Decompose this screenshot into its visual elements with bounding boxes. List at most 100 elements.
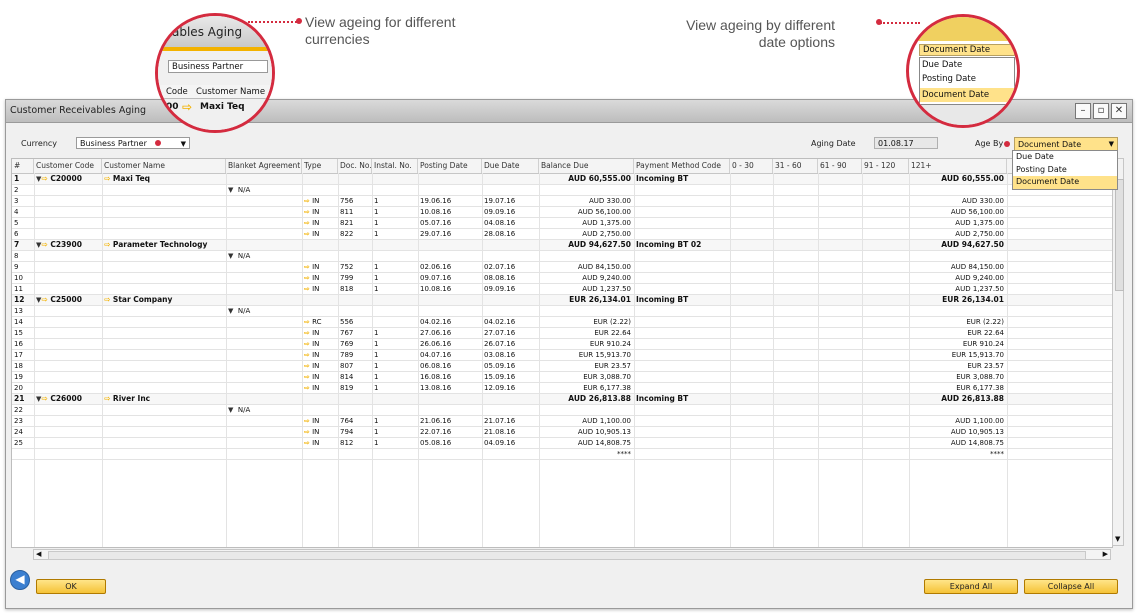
table-row[interactable]: 16 ⇨ IN 769 1 26.06.16 26.07.16 EUR 910.24 EUR …: [12, 339, 1112, 350]
table-row[interactable]: 2 ▼ N/A: [12, 185, 1112, 196]
table-row[interactable]: 12 ▼⇨ C25000 ⇨ Star Company EUR 26,134.01 In…: [12, 295, 1112, 306]
column-divider: [773, 173, 774, 547]
link-arrow-icon[interactable]: ⇨: [304, 362, 310, 370]
cell-due: 04.08.16: [484, 219, 516, 227]
link-arrow-icon[interactable]: ⇨: [41, 295, 47, 304]
expand-triangle-icon[interactable]: ▼: [228, 186, 233, 194]
link-arrow-icon[interactable]: ⇨: [104, 240, 110, 249]
column-header[interactable]: 31 - 60: [773, 159, 818, 173]
link-arrow-icon[interactable]: ⇨: [304, 230, 310, 238]
link-arrow-icon[interactable]: ⇨: [304, 439, 310, 447]
expand-triangle-icon[interactable]: ▼: [228, 307, 233, 315]
link-arrow-icon[interactable]: ⇨: [304, 384, 310, 392]
table-row[interactable]: 23 ⇨ IN 764 1 21.06.16 21.07.16 AUD 1,100.00 AU…: [12, 416, 1112, 427]
age-by-select[interactable]: Document Date ▼: [1014, 137, 1118, 151]
chevron-left-icon[interactable]: ◀: [36, 550, 41, 558]
table-row[interactable]: 15 ⇨ IN 767 1 27.06.16 27.07.16 EUR 22.64 EUR 2…: [12, 328, 1112, 339]
cell-over: EUR 3,088.70: [956, 373, 1004, 381]
link-arrow-icon[interactable]: ⇨: [304, 197, 310, 205]
option-due-date[interactable]: Due Date: [1013, 151, 1117, 164]
column-header[interactable]: 121+: [909, 159, 1007, 173]
link-arrow-icon[interactable]: ⇨: [41, 394, 47, 403]
horizontal-scrollbar[interactable]: ◀ ▶: [33, 549, 1111, 560]
table-row[interactable]: **** ****: [12, 449, 1112, 460]
link-arrow-icon[interactable]: ⇨: [304, 351, 310, 359]
option-document-date[interactable]: Document Date: [1013, 176, 1117, 189]
column-header[interactable]: Doc. No.: [338, 159, 372, 173]
column-header[interactable]: 61 - 90: [818, 159, 862, 173]
restore-icon[interactable]: ▫: [1093, 103, 1109, 119]
column-header[interactable]: Customer Name: [102, 159, 226, 173]
column-header[interactable]: Blanket Agreement: [226, 159, 302, 173]
chevron-right-icon[interactable]: ▶: [1103, 550, 1108, 558]
link-arrow-icon[interactable]: ⇨: [104, 174, 110, 183]
option-posting-date[interactable]: Posting Date: [1013, 164, 1117, 177]
link-arrow-icon[interactable]: ⇨: [304, 340, 310, 348]
table-row[interactable]: 25 ⇨ IN 812 1 05.08.16 04.09.16 AUD 14,808.75 A…: [12, 438, 1112, 449]
table-row[interactable]: 3 ⇨ IN 756 1 19.06.16 19.07.16 AUD 330.00 AUD 3…: [12, 196, 1112, 207]
table-row[interactable]: 24 ⇨ IN 794 1 22.07.16 21.08.16 AUD 10,905.13 A…: [12, 427, 1112, 438]
link-arrow-icon[interactable]: ⇨: [41, 240, 47, 249]
link-arrow-icon[interactable]: ⇨: [304, 417, 310, 425]
table-row[interactable]: 20 ⇨ IN 819 1 13.08.16 12.09.16 EUR 6,177.38 EU…: [12, 383, 1112, 394]
link-arrow-icon[interactable]: ⇨: [304, 373, 310, 381]
scroll-thumb[interactable]: [48, 551, 1086, 560]
table-row[interactable]: 18 ⇨ IN 807 1 06.08.16 05.09.16 EUR 23.57 EUR 2…: [12, 361, 1112, 372]
table-row[interactable]: 14 ⇨ RC 556 04.02.16 04.02.16 EUR (2.22) EUR (…: [12, 317, 1112, 328]
table-row[interactable]: 10 ⇨ IN 799 1 09.07.16 08.08.16 AUD 9,240.00 AU…: [12, 273, 1112, 284]
cell-text: IN: [312, 329, 320, 337]
link-arrow-icon[interactable]: ⇨: [304, 274, 310, 282]
column-header[interactable]: Customer Code: [34, 159, 102, 173]
link-arrow-icon[interactable]: ⇨: [104, 295, 110, 304]
table-row[interactable]: 4 ⇨ IN 811 1 10.08.16 09.09.16 AUD 56,100.00 AU…: [12, 207, 1112, 218]
link-arrow-icon[interactable]: ⇨: [104, 394, 110, 403]
close-icon[interactable]: ✕: [1111, 103, 1127, 119]
table-row[interactable]: 6 ⇨ IN 822 1 29.07.16 28.08.16 AUD 2,750.00 AUD…: [12, 229, 1112, 240]
column-header[interactable]: Due Date: [482, 159, 539, 173]
currency-select[interactable]: Business Partner ▼: [76, 137, 190, 149]
expand-triangle-icon[interactable]: ▼: [228, 406, 233, 414]
column-header[interactable]: Balance Due: [539, 159, 634, 173]
table-row[interactable]: 7 ▼⇨ C23900 ⇨ Parameter Technology AUD 94,6…: [12, 240, 1112, 251]
link-arrow-icon[interactable]: ⇨: [304, 208, 310, 216]
table-row[interactable]: 9 ⇨ IN 752 1 02.06.16 02.07.16 AUD 84,150.00 AU…: [12, 262, 1112, 273]
column-header[interactable]: 91 - 120: [862, 159, 909, 173]
link-arrow-icon[interactable]: ⇨: [304, 263, 310, 271]
table-row[interactable]: 22 ▼ N/A: [12, 405, 1112, 416]
table-row[interactable]: 21 ▼⇨ C26000 ⇨ River Inc AUD 26,813.88 Incom…: [12, 394, 1112, 405]
cell-pay: Incoming BT: [636, 174, 689, 183]
collapse-all-button[interactable]: Collapse All: [1024, 579, 1118, 594]
cell-inst: 1: [374, 274, 379, 282]
expand-all-button[interactable]: Expand All: [924, 579, 1018, 594]
link-arrow-icon[interactable]: ⇨: [304, 428, 310, 436]
scroll-thumb[interactable]: [1115, 179, 1124, 291]
column-header[interactable]: Instal. No.: [372, 159, 418, 173]
table-row[interactable]: 1 ▼⇨ C20000 ⇨ Maxi Teq AUD 60,555.00 Incomin…: [12, 174, 1112, 185]
expand-triangle-icon[interactable]: ▼: [228, 252, 233, 260]
column-header[interactable]: #: [12, 159, 34, 173]
table-row[interactable]: 19 ⇨ IN 814 1 16.08.16 15.09.16 EUR 3,088.70 EU…: [12, 372, 1112, 383]
cell-n: 24: [14, 428, 23, 436]
back-arrow-icon[interactable]: ◀: [10, 570, 30, 590]
chevron-down-icon[interactable]: ▼: [1115, 535, 1120, 543]
table-row[interactable]: 8 ▼ N/A: [12, 251, 1112, 262]
table-row[interactable]: 13 ▼ N/A: [12, 306, 1112, 317]
link-arrow-icon[interactable]: ⇨: [304, 285, 310, 293]
cell-due: 27.07.16: [484, 329, 516, 337]
aging-date-field[interactable]: 01.08.17: [874, 137, 938, 149]
table-row[interactable]: 17 ⇨ IN 789 1 04.07.16 03.08.16 EUR 15,913.70 E…: [12, 350, 1112, 361]
link-arrow-icon[interactable]: ⇨: [304, 219, 310, 227]
table-row[interactable]: 11 ⇨ IN 818 1 10.08.16 09.09.16 AUD 1,237.50 AU…: [12, 284, 1112, 295]
cell-n: 19: [14, 373, 23, 381]
table-row[interactable]: 5 ⇨ IN 821 1 05.07.16 04.08.16 AUD 1,375.00 AUD…: [12, 218, 1112, 229]
column-header[interactable]: Posting Date: [418, 159, 482, 173]
ok-button[interactable]: OK: [36, 579, 106, 594]
link-arrow-icon[interactable]: ⇨: [41, 174, 47, 183]
link-arrow-icon[interactable]: ⇨: [304, 318, 310, 326]
column-header[interactable]: Type: [302, 159, 338, 173]
column-header[interactable]: Payment Method Code: [634, 159, 730, 173]
link-arrow-icon[interactable]: ⇨: [304, 329, 310, 337]
vertical-scrollbar[interactable]: ▼: [1112, 158, 1124, 546]
minimize-icon[interactable]: –: [1075, 103, 1091, 119]
column-header[interactable]: 0 - 30: [730, 159, 773, 173]
